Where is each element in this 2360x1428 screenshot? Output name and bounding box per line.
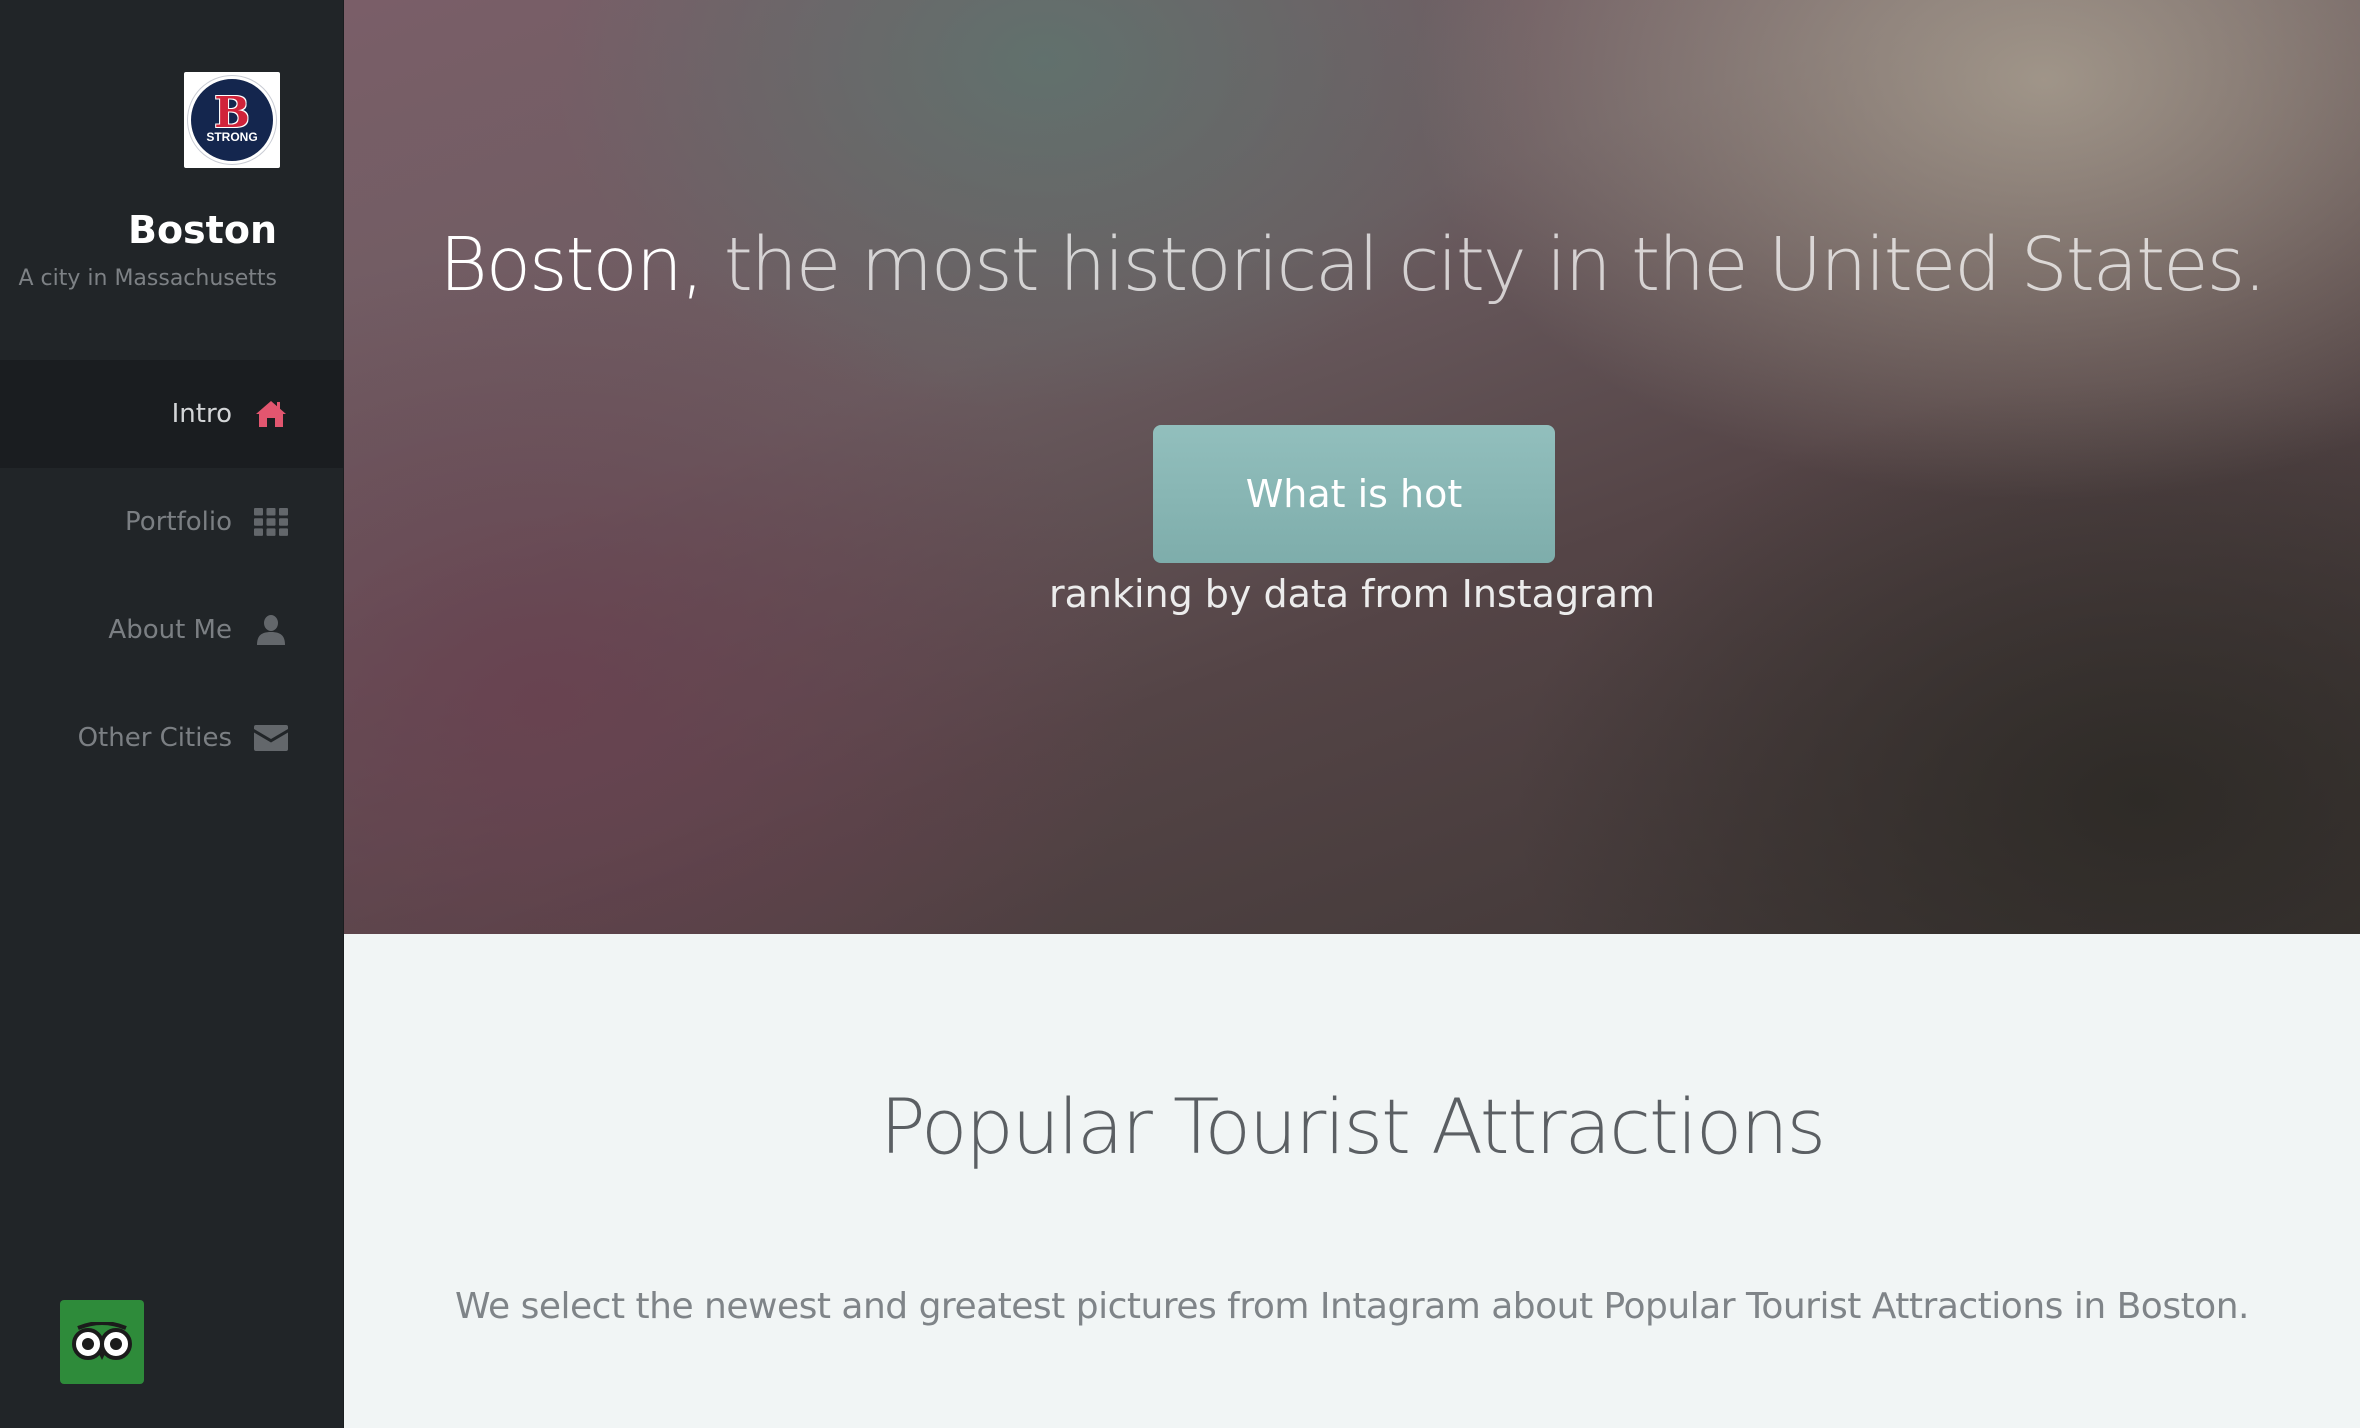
grid-icon [254, 505, 288, 539]
cta-caption: ranking by data from Instagram [1048, 572, 1656, 616]
site-logo[interactable]: B STRONG [184, 72, 280, 168]
section-description: We select the newest and greatest pictur… [455, 1286, 2249, 1327]
user-icon [254, 613, 288, 647]
section-title: Popular Tourist Attractions [879, 1082, 1826, 1171]
home-icon [254, 397, 288, 431]
nav-item-portfolio[interactable]: Portfolio [0, 468, 344, 576]
what-is-hot-button[interactable]: What is hot [1153, 425, 1555, 563]
site-title: Boston [127, 208, 277, 252]
logo-word: STRONG [206, 130, 258, 144]
nav-item-other-cities[interactable]: Other Cities [0, 684, 344, 792]
nav-item-about-me[interactable]: About Me [0, 576, 344, 684]
b-strong-logo-icon: B STRONG [188, 76, 276, 164]
nav-item-label: About Me [108, 615, 232, 645]
hero-headline-rest: the most historical city in the United S… [702, 222, 2267, 308]
envelope-icon [254, 721, 288, 755]
nav-item-label: Intro [171, 399, 232, 429]
hero-headline-strong: Boston, [439, 222, 704, 308]
nav-item-label: Portfolio [125, 507, 232, 537]
sidebar: B STRONG Boston A city in Massachusetts … [0, 0, 344, 1428]
attractions-section: Popular Tourist Attractions We select th… [344, 934, 2360, 1428]
sidebar-nav: Intro Portfolio About Me Other Cities [0, 360, 344, 792]
hero-headline: Boston, the most historical city in the … [344, 222, 2360, 308]
tripadvisor-owl-icon [72, 1322, 132, 1360]
logo-letter: B [214, 88, 250, 137]
nav-item-intro[interactable]: Intro [0, 360, 344, 468]
hero-section: Boston, the most historical city in the … [344, 0, 2360, 934]
site-subtitle: A city in Massachusetts [18, 266, 278, 291]
tripadvisor-link[interactable] [60, 1300, 144, 1384]
nav-item-label: Other Cities [77, 723, 232, 753]
